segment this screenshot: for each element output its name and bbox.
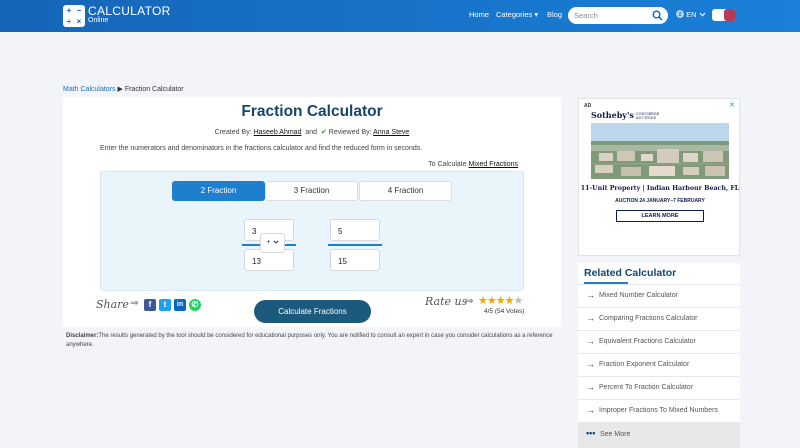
fraction2-bar [328,244,382,246]
tab-3-fraction[interactable]: 3 Fraction [265,181,358,201]
twitter-icon[interactable]: t [159,299,171,311]
author-line: Created By: Haseeb Ahmad and ✔ Reviewed … [63,128,561,136]
and-text: and [305,129,318,136]
language-selector[interactable]: EN [676,10,706,19]
related-item[interactable]: → Comparing Fractions Calculator [578,307,740,330]
rating-stars[interactable]: ★★★★★ [478,294,523,307]
rating-votes: 4/5 (54 Votes) [484,308,525,315]
related-item[interactable]: → Mixed Number Calculator [578,284,740,307]
to-calc-label: To Calculate [428,161,467,168]
ad-tag: AD [584,103,592,109]
logo-icon[interactable]: + − ÷ × [63,5,85,27]
related-item-label: Mixed Number Calculator [599,292,678,299]
logo-divide: ÷ [66,17,72,26]
arrow-right-icon: → [586,405,595,415]
logo-title[interactable]: CALCULATOR [88,5,171,17]
related-title: Related Calculator [584,267,677,279]
breadcrumb: Math Calculators ▶ Fraction Calculator [63,85,184,93]
ad-auction-dates: AUCTION 24 JANUARY–7 FEBRUARY [615,198,705,204]
logo-minus: − [76,6,82,15]
fraction2-denominator-input[interactable]: 15 [330,249,380,271]
arrow-right-icon: → [586,336,595,346]
intro-text: Enter the numerators and denominators in… [100,145,423,152]
language-label: EN [686,10,697,19]
arrow-right-icon: → [586,290,595,300]
operator-value: + [266,239,271,246]
logo-times: × [76,17,82,26]
ad-brand-sub2: AUCTIONS [635,116,657,120]
related-item-label: Fraction Exponent Calculator [599,361,690,368]
logo-plus: + [66,6,72,15]
created-by-label: Created By: [214,129,252,136]
whatsapp-icon[interactable]: ✆ [189,299,201,311]
operator-select[interactable]: + [260,233,285,253]
linkedin-icon[interactable]: in [174,299,186,311]
logo-subtitle: Online [88,17,109,24]
calculator-panel: 2 Fraction 3 Fraction 4 Fraction [100,171,524,291]
theme-toggle[interactable] [712,9,736,21]
related-item-label: Comparing Fractions Calculator [599,315,698,322]
ad-brand-logo: Sotheby's CONCIERGE AUCTIONS [591,110,659,120]
related-item-label: Improper Fractions To Mixed Numbers [599,407,718,414]
calculate-fractions-button[interactable]: Calculate Fractions [254,300,371,323]
ad-headline: 11-Unit Property | Indian Harbour Beach,… [580,185,740,192]
search-input[interactable]: Search [568,7,668,24]
breadcrumb-link-math[interactable]: Math Calculators [63,86,116,93]
advertisement[interactable]: AD ✕ Sotheby's CONCIERGE AUCTIONS 11-Unit … [578,98,740,256]
rate-arrow-icon: ⇒ [465,296,474,307]
share-arrow-icon: ⇒ [130,298,139,309]
check-icon: ✔ [320,129,327,136]
tab-4-fraction[interactable]: 4 Fraction [359,181,452,201]
disclaimer-label: Disclaimer: [66,333,99,339]
star-empty-icon: ★ [513,295,523,307]
nav-home[interactable]: Home [469,10,489,20]
related-item[interactable]: → Improper Fractions To Mixed Numbers [578,399,740,422]
more-dots-icon: ••• [586,428,596,438]
nav-categories[interactable]: Categories ▾ [496,10,538,20]
mixed-fractions-link[interactable]: Mixed Fractions [469,161,518,168]
related-item[interactable]: → Equivalent Fractions Calculator [578,330,740,353]
arrow-right-icon: → [586,382,595,392]
page-title: Fraction Calculator [241,103,383,120]
mixed-fractions-hint: To Calculate Mixed Fractions [428,161,518,168]
chevron-down-icon [699,12,706,17]
globe-icon [676,10,684,18]
tab-2-fraction[interactable]: 2 Fraction [172,181,265,201]
see-more-label: See More [600,431,631,438]
rate-us-label: Rate us [425,295,468,308]
reviewed-by-label: Reviewed By: [328,129,372,136]
disclaimer-text: The results generated by the tool should… [66,333,553,348]
reviewer-link[interactable]: Anna Steve [373,129,409,136]
related-item-label: Equivalent Fractions Calculator [599,338,696,345]
related-item-label: Percent To Fraction Calculator [599,384,694,391]
nav-blog[interactable]: Blog [547,10,562,20]
related-item[interactable]: → Fraction Exponent Calculator [578,353,740,376]
author-link[interactable]: Haseeb Ahmad [254,129,302,136]
breadcrumb-separator: ▶ [117,86,123,93]
close-icon[interactable]: ✕ [729,101,735,109]
calculator-card: Fraction Calculator Created By: Haseeb A… [63,97,561,327]
search-icon[interactable] [652,10,663,21]
see-more-button[interactable]: ••• See More [578,422,740,448]
fraction2-numerator-input[interactable]: 5 [330,219,380,241]
arrow-right-icon: → [586,313,595,323]
ad-learn-more-button[interactable]: LEARN MORE [616,210,704,222]
ad-brand: Sotheby's [591,110,634,120]
chevron-down-icon [272,240,279,244]
disclaimer: Disclaimer:The results generated by the … [66,332,558,350]
breadcrumb-current: Fraction Calculator [124,86,184,93]
moon-icon [724,9,736,21]
ad-property-image [591,123,729,179]
top-navigation-bar: + − ÷ × CALCULATOR Online Home Categorie… [0,0,800,32]
search-placeholder: Search [574,11,598,20]
star-filled-icons: ★★★★ [478,295,514,307]
arrow-right-icon: → [586,359,595,369]
share-label: Share [96,298,129,311]
related-calculators: Related Calculator → Mixed Number Calcul… [578,263,740,448]
facebook-icon[interactable]: f [144,299,156,311]
related-item[interactable]: → Percent To Fraction Calculator [578,376,740,399]
